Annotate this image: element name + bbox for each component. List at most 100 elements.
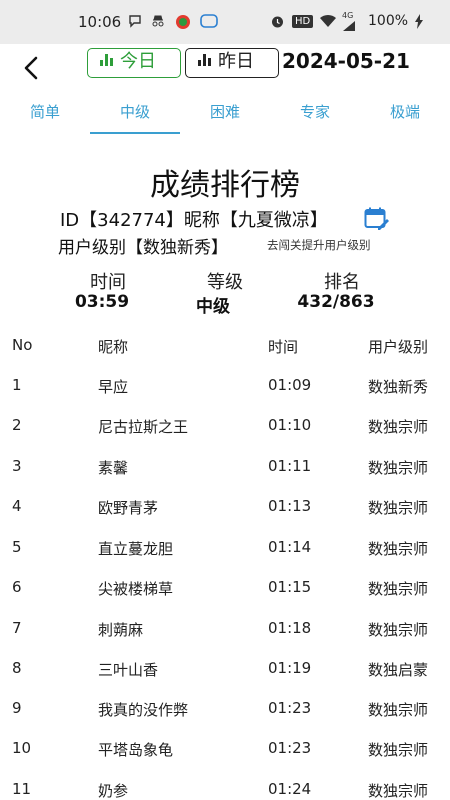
row-nickname: 尖被楼梯草	[98, 580, 174, 598]
hd-icon: HD	[292, 15, 314, 28]
today-label: 今日	[120, 51, 156, 72]
row-time: 01:09	[268, 376, 312, 394]
row-time: 01:23	[268, 739, 312, 757]
row-no: 8	[12, 659, 22, 677]
tab-extreme[interactable]: 极端	[360, 101, 450, 122]
tab-medium[interactable]: 中级	[90, 101, 180, 122]
today-button[interactable]: 今日	[87, 48, 181, 78]
bar-chart-icon	[198, 54, 212, 66]
row-level: 数独新秀	[368, 378, 429, 396]
row-time: 01:10	[268, 416, 312, 434]
row-nickname: 刺蒴麻	[98, 621, 144, 639]
table-row: 4 欧野青茅 01:13 数独宗师	[0, 497, 450, 537]
table-row: 6 尖被楼梯草 01:15 数独宗师	[0, 578, 450, 618]
battery-percentage: 100%	[368, 13, 409, 29]
table-row: 11 奶参 01:24 数独宗师	[0, 780, 450, 800]
active-tab-indicator	[90, 132, 180, 134]
table-row: 1 早应 01:09 数独新秀	[0, 376, 450, 416]
row-time: 01:11	[268, 457, 312, 475]
row-no: 3	[12, 457, 22, 475]
row-no: 11	[12, 780, 32, 798]
time-stat-value: 03:59	[74, 292, 130, 312]
row-level: 数独启蒙	[368, 661, 429, 679]
table-row: 3 素馨 01:11 数独宗师	[0, 457, 450, 497]
row-nickname: 早应	[98, 378, 129, 396]
grade-stat-label: 等级	[207, 272, 243, 293]
chat-bubble-icon	[128, 14, 142, 33]
status-bar: 10:06 HD 4G 100%	[0, 0, 450, 44]
column-header-no: No	[12, 336, 33, 354]
row-no: 2	[12, 416, 22, 434]
time-stat-label: 时间	[90, 272, 126, 293]
row-nickname: 我真的没作弊	[98, 701, 189, 719]
upgrade-level-link[interactable]: 去闯关提升用户级别	[267, 237, 371, 253]
row-no: 7	[12, 619, 22, 637]
table-row: 8 三叶山香 01:19 数独启蒙	[0, 659, 450, 699]
row-no: 6	[12, 578, 22, 596]
row-nickname: 素馨	[98, 459, 129, 477]
row-nickname: 欧野青茅	[98, 499, 159, 517]
date-label: 2024-05-21	[282, 49, 410, 73]
row-time: 01:18	[268, 619, 312, 637]
row-level: 数独宗师	[368, 782, 429, 800]
incognito-icon	[150, 14, 166, 33]
tab-expert[interactable]: 专家	[270, 101, 360, 122]
row-level: 数独宗师	[368, 459, 429, 477]
charging-icon	[414, 14, 424, 34]
row-time: 01:19	[268, 659, 312, 677]
row-level: 数独宗师	[368, 418, 429, 436]
page-title: 成绩排行榜	[150, 168, 300, 203]
column-header-time: 时间	[268, 338, 299, 356]
row-level: 数独宗师	[368, 499, 429, 517]
status-time: 10:06	[78, 13, 122, 31]
row-time: 01:15	[268, 578, 312, 596]
row-no: 5	[12, 538, 22, 556]
row-time: 01:24	[268, 780, 312, 798]
alarm-icon	[270, 14, 285, 34]
row-nickname: 直立蔓龙胆	[98, 540, 174, 558]
edit-nickname-icon[interactable]	[364, 207, 390, 231]
row-nickname: 奶参	[98, 782, 129, 800]
tab-easy[interactable]: 简单	[0, 101, 90, 122]
bar-chart-icon	[100, 54, 114, 66]
yesterday-label: 昨日	[218, 51, 254, 72]
user-level: 用户级别【数独新秀】	[58, 238, 228, 258]
row-level: 数独宗师	[368, 701, 429, 719]
column-header-nickname: 昵称	[98, 338, 129, 356]
table-row: 9 我真的没作弊 01:23 数独宗师	[0, 699, 450, 739]
message-icon	[200, 14, 218, 33]
row-nickname: 尼古拉斯之王	[98, 418, 189, 436]
signal-4g-icon: 4G	[342, 12, 356, 32]
rank-stat-label: 排名	[324, 272, 360, 293]
row-level: 数独宗师	[368, 540, 429, 558]
difficulty-tabs: 简单 中级 困难 专家 极端	[0, 94, 450, 136]
row-time: 01:13	[268, 497, 312, 515]
yesterday-button[interactable]: 昨日	[185, 48, 279, 78]
row-level: 数独宗师	[368, 580, 429, 598]
network-type-label: 4G	[342, 11, 354, 20]
app-icon	[175, 14, 191, 35]
row-nickname: 三叶山香	[98, 661, 159, 679]
wifi-icon	[319, 14, 337, 33]
row-no: 9	[12, 699, 22, 717]
chevron-left-icon	[24, 56, 38, 80]
table-row: 7 刺蒴麻 01:18 数独宗师	[0, 619, 450, 659]
row-level: 数独宗师	[368, 741, 429, 759]
rank-stat-value: 432/863	[297, 292, 375, 312]
tab-hard[interactable]: 困难	[180, 101, 270, 122]
column-header-level: 用户级别	[368, 338, 429, 356]
back-button[interactable]	[18, 50, 48, 84]
row-level: 数独宗师	[368, 621, 429, 639]
table-row: 5 直立蔓龙胆 01:14 数独宗师	[0, 538, 450, 578]
row-time: 01:23	[268, 699, 312, 717]
table-row: 2 尼古拉斯之王 01:10 数独宗师	[0, 416, 450, 456]
table-row: 10 平塔岛象龟 01:23 数独宗师	[0, 739, 450, 779]
row-nickname: 平塔岛象龟	[98, 741, 174, 759]
header: 今日 昨日 2024-05-21	[0, 44, 450, 94]
user-id-nickname: ID【342774】昵称【九夏微凉】	[60, 210, 328, 231]
grade-stat-value: 中级	[196, 297, 230, 317]
row-no: 1	[12, 376, 22, 394]
row-no: 10	[12, 739, 32, 757]
row-time: 01:14	[268, 538, 312, 556]
row-no: 4	[12, 497, 22, 515]
